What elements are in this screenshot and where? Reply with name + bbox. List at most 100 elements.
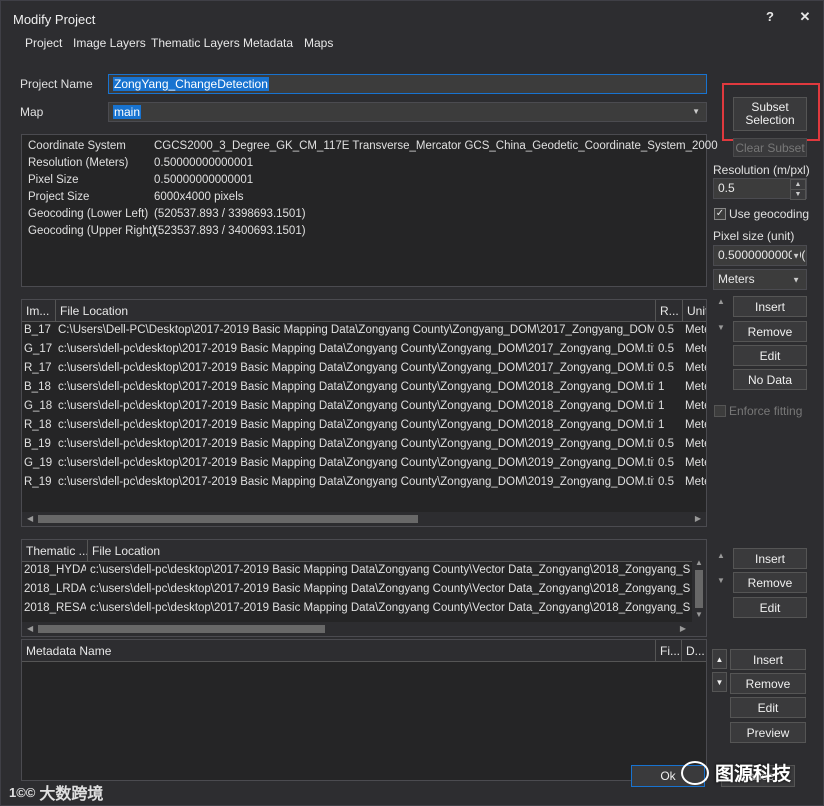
column-header[interactable]: R... bbox=[656, 300, 683, 322]
table-cell: c:\users\dell-pc\desktop\2017-2019 Basic… bbox=[58, 476, 654, 488]
table-cell: c:\users\dell-pc\desktop\2017-2019 Basic… bbox=[90, 564, 690, 576]
table-row[interactable]: B_19 c:\users\dell-pc\desktop\2017-2019 B… bbox=[22, 436, 706, 455]
map-select[interactable]: main ▼ bbox=[108, 102, 707, 122]
horizontal-scrollbar[interactable]: ◀ ▶ bbox=[22, 622, 706, 636]
unit-select[interactable]: Meters ▼ bbox=[713, 269, 807, 290]
vertical-scrollbar[interactable]: ▲ ▼ bbox=[692, 540, 706, 622]
scroll-right-icon[interactable]: ▶ bbox=[680, 624, 686, 633]
table-row[interactable]: G_19 c:\users\dell-pc\desktop\2017-2019 B… bbox=[22, 455, 706, 474]
menu-maps[interactable]: Maps bbox=[304, 36, 333, 50]
scroll-right-icon[interactable]: ▶ bbox=[695, 514, 701, 523]
clear-subset-button[interactable]: Clear Subset bbox=[733, 138, 807, 157]
info-key: Pixel Size bbox=[28, 174, 79, 186]
horizontal-scrollbar[interactable]: ◀ ▶ bbox=[22, 512, 706, 526]
table-cell: C:\Users\Dell-PC\Desktop\2017-2019 Basic… bbox=[58, 324, 654, 336]
table-cell: c:\users\dell-pc\desktop\2017-2019 Basic… bbox=[58, 457, 654, 469]
column-header[interactable]: File Location bbox=[56, 300, 656, 322]
table-cell: R_19 bbox=[24, 476, 52, 488]
scroll-thumb[interactable] bbox=[38, 625, 325, 633]
project-name-input[interactable]: ZongYang_ChangeDetection bbox=[108, 74, 707, 94]
table-cell: G_17 bbox=[24, 343, 53, 355]
column-header[interactable]: D... bbox=[682, 640, 706, 662]
scroll-left-icon[interactable]: ◀ bbox=[27, 624, 33, 633]
info-value: CGCS2000_3_Degree_GK_CM_117E Transverse_… bbox=[154, 140, 718, 152]
enforce-fitting-checkbox[interactable] bbox=[714, 405, 726, 417]
menu-metadata[interactable]: Metadata bbox=[243, 36, 293, 50]
spin-down-icon[interactable]: ▼ bbox=[790, 189, 806, 200]
menu-project[interactable]: Project bbox=[25, 36, 62, 50]
table-row[interactable]: 2018_LRDA c:\users\dell-pc\desktop\2017-2… bbox=[22, 581, 692, 600]
info-key: Project Size bbox=[28, 191, 90, 203]
move-up-icon[interactable]: ▲ bbox=[712, 649, 727, 669]
image-remove-button[interactable]: Remove bbox=[733, 321, 807, 342]
move-down-icon[interactable]: ▼ bbox=[717, 323, 725, 332]
metadata-insert-button[interactable]: Insert bbox=[730, 649, 806, 670]
table-row[interactable]: R_17 c:\users\dell-pc\desktop\2017-2019 B… bbox=[22, 360, 706, 379]
table-cell: 0.5 bbox=[658, 343, 674, 355]
table-cell: c:\users\dell-pc\desktop\2017-2019 Basic… bbox=[90, 602, 690, 614]
table-cell: c:\users\dell-pc\desktop\2017-2019 Basic… bbox=[58, 381, 654, 393]
table-row[interactable]: G_18 c:\users\dell-pc\desktop\2017-2019 B… bbox=[22, 398, 706, 417]
table-cell: c:\users\dell-pc\desktop\2017-2019 Basic… bbox=[58, 438, 654, 450]
scroll-thumb[interactable] bbox=[38, 515, 418, 523]
column-header[interactable]: Im... bbox=[22, 300, 56, 322]
thematic-edit-button[interactable]: Edit bbox=[733, 597, 807, 618]
column-header[interactable]: Unit bbox=[683, 300, 706, 322]
table-cell: Mete bbox=[685, 438, 706, 450]
watermark-right: 图源科技 bbox=[681, 759, 791, 786]
thematic-remove-button[interactable]: Remove bbox=[733, 572, 807, 593]
column-header[interactable]: File Location bbox=[88, 540, 692, 562]
move-down-icon[interactable]: ▼ bbox=[717, 576, 725, 585]
column-header[interactable]: Thematic ... bbox=[22, 540, 88, 562]
metadata-edit-button[interactable]: Edit bbox=[730, 697, 806, 718]
close-button[interactable]: ✕ bbox=[793, 7, 817, 27]
table-cell: 1 bbox=[658, 419, 665, 431]
table-row[interactable]: R_19 c:\users\dell-pc\desktop\2017-2019 B… bbox=[22, 474, 706, 493]
map-value: main bbox=[113, 105, 142, 119]
help-button[interactable]: ? bbox=[758, 7, 782, 27]
table-row[interactable]: G_17 c:\users\dell-pc\desktop\2017-2019 B… bbox=[22, 341, 706, 360]
column-header[interactable]: Metadata Name bbox=[22, 640, 656, 662]
image-insert-button[interactable]: Insert bbox=[733, 296, 807, 317]
table-row[interactable]: 2018_RESA c:\users\dell-pc\desktop\2017-2… bbox=[22, 600, 692, 619]
scroll-up-icon[interactable]: ▲ bbox=[695, 558, 703, 567]
move-up-icon[interactable]: ▲ bbox=[717, 297, 725, 306]
table-cell: Mete bbox=[685, 400, 706, 412]
table-row[interactable]: 2018_HYDA c:\users\dell-pc\desktop\2017-2… bbox=[22, 562, 692, 581]
table-cell: 2018_RESA bbox=[24, 602, 86, 614]
table-cell: 2018_HYDA bbox=[24, 564, 86, 576]
scroll-left-icon[interactable]: ◀ bbox=[27, 514, 33, 523]
table-row[interactable]: B_18 c:\users\dell-pc\desktop\2017-2019 B… bbox=[22, 379, 706, 398]
subset-selection-button[interactable]: Subset Selection bbox=[733, 97, 807, 131]
pixel-size-select[interactable]: 0.50000000000( ▼ bbox=[713, 245, 807, 266]
scroll-down-icon[interactable]: ▼ bbox=[695, 610, 703, 619]
table-cell: Mete bbox=[685, 362, 706, 374]
table-cell: c:\users\dell-pc\desktop\2017-2019 Basic… bbox=[58, 343, 654, 355]
move-down-icon[interactable]: ▼ bbox=[712, 672, 727, 692]
preview-button[interactable]: Preview bbox=[730, 722, 806, 743]
use-geocoding-checkbox[interactable]: ✓ bbox=[714, 208, 726, 220]
table-cell: Mete bbox=[685, 343, 706, 355]
move-up-icon[interactable]: ▲ bbox=[717, 551, 725, 560]
table-cell: 1 bbox=[658, 381, 665, 393]
project-name-value: ZongYang_ChangeDetection bbox=[113, 77, 269, 91]
table-row[interactable]: R_18 c:\users\dell-pc\desktop\2017-2019 B… bbox=[22, 417, 706, 436]
resolution-input[interactable]: 0.5 ▲ ▼ bbox=[713, 178, 807, 200]
table-cell: B_17 bbox=[24, 324, 51, 336]
table-cell: Mete bbox=[685, 381, 706, 393]
table-cell: Mete bbox=[685, 324, 706, 336]
metadata-remove-button[interactable]: Remove bbox=[730, 673, 806, 694]
info-value: 0.50000000000001 bbox=[154, 157, 254, 169]
scroll-thumb[interactable] bbox=[695, 570, 703, 608]
table-cell: R_17 bbox=[24, 362, 52, 374]
image-edit-button[interactable]: Edit bbox=[733, 345, 807, 366]
menu-image-layers[interactable]: Image Layers bbox=[73, 36, 146, 50]
no-data-button[interactable]: No Data bbox=[733, 369, 807, 390]
table-row[interactable]: B_17 C:\Users\Dell-PC\Desktop\2017-2019 B… bbox=[22, 322, 706, 341]
resolution-value: 0.5 bbox=[718, 181, 735, 195]
thematic-insert-button[interactable]: Insert bbox=[733, 548, 807, 569]
table-cell: 0.5 bbox=[658, 476, 674, 488]
project-info-panel: Coordinate System CGCS2000_3_Degree_GK_CM… bbox=[21, 134, 718, 287]
column-header[interactable]: Fi... bbox=[656, 640, 682, 662]
menu-thematic-layers[interactable]: Thematic Layers bbox=[151, 36, 240, 50]
